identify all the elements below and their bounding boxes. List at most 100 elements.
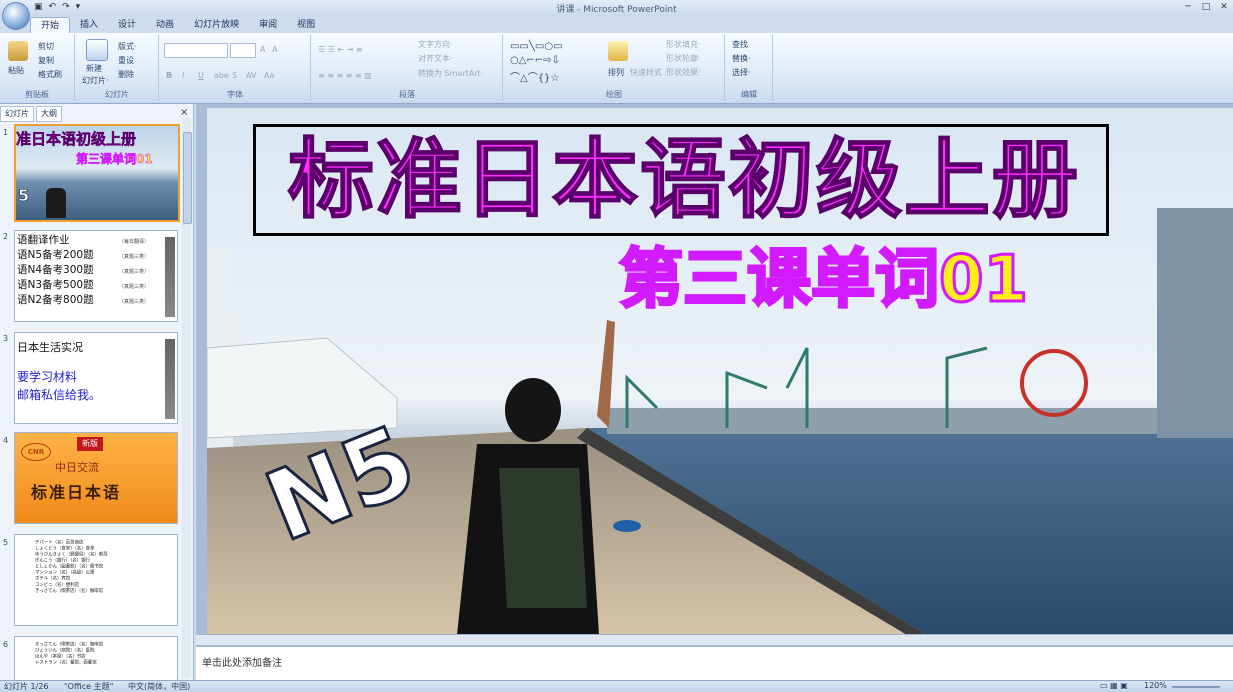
- thumb-5-vocab: デパート（名）百货商店 しょくどう（食堂）（名）食堂 ゆうびんきょく（郵便局）（…: [35, 539, 108, 593]
- drawing-group-label: 绘图: [606, 90, 622, 99]
- undo-icon[interactable]: ↶: [49, 2, 57, 12]
- panel-scrollbar[interactable]: [182, 118, 192, 678]
- harbor-buildings: [607, 408, 1167, 434]
- slide-thumbnail-5[interactable]: デパート（名）百货商店 しょくどう（食堂）（名）食堂 ゆうびんきょく（郵便局）（…: [14, 534, 178, 626]
- strikethrough-button[interactable]: abe: [214, 71, 229, 80]
- editing-group-label: 编辑: [741, 90, 757, 99]
- zoom-slider[interactable]: [1172, 686, 1220, 688]
- slide-counter: 幻灯片 1/26: [4, 682, 49, 691]
- select-button[interactable]: 选择·: [732, 67, 751, 78]
- panel-close-icon[interactable]: ×: [180, 107, 188, 118]
- align-icons[interactable]: ≡ ≡ ≡ ≡ ≡ ▥: [318, 71, 372, 80]
- notes-placeholder[interactable]: 单击此处添加备注: [202, 654, 282, 669]
- minimize-icon[interactable]: ─: [1181, 1, 1195, 13]
- slide-thumbnail-6[interactable]: きっさてん（喫茶店）（名）咖啡馆 びょういん（病院）（名）医院 ほんや（本屋）（…: [14, 636, 178, 682]
- format-painter-button[interactable]: 格式刷: [38, 69, 62, 80]
- tab-review[interactable]: 审阅: [249, 17, 287, 33]
- bullets-icon[interactable]: ☰ ☰ ⇤ ⇥ ≡: [318, 45, 363, 54]
- shape-fill-button[interactable]: 形状填充·: [666, 39, 701, 50]
- editor-horizontal-scrollbar[interactable]: [196, 634, 1233, 645]
- shapes-gallery-row2[interactable]: ○△⌐⌐⇨⇩: [510, 55, 560, 66]
- close-icon[interactable]: ✕: [1217, 1, 1231, 13]
- office-button[interactable]: [2, 2, 30, 30]
- shape-effects-button[interactable]: 形状效果·: [666, 67, 701, 78]
- tab-insert[interactable]: 插入: [70, 17, 108, 33]
- font-name-input[interactable]: [164, 43, 228, 58]
- tab-animations[interactable]: 动画: [146, 17, 184, 33]
- panel-scrollbar-thumb[interactable]: [183, 132, 192, 224]
- notes-pane[interactable]: 单击此处添加备注: [196, 646, 1233, 681]
- arrange-button[interactable]: 排列: [608, 67, 624, 78]
- new-slide-dropdown[interactable]: 幻灯片·: [82, 75, 109, 86]
- paste-icon[interactable]: [8, 41, 28, 61]
- text-direction-button[interactable]: 文字方向·: [418, 39, 453, 50]
- editing-group: 查找 替换· 选择· 编辑: [726, 35, 773, 101]
- smartart-button[interactable]: 转换为 SmartArt·: [418, 68, 483, 79]
- clipboard-group: 粘贴 剪切 复制 格式刷 剪贴板: [0, 35, 75, 101]
- arrange-icon[interactable]: [608, 41, 628, 61]
- maximize-icon[interactable]: □: [1199, 1, 1213, 13]
- tab-slideshow[interactable]: 幻灯片放映: [184, 17, 249, 33]
- spacing-button[interactable]: AV: [246, 71, 256, 80]
- slide-thumbnail-3[interactable]: 日本生活实况 要学习材料 邮箱私信给我。: [14, 332, 178, 424]
- slide-canvas[interactable]: 标准日本语初级上册 第三课单词01 N5: [207, 108, 1233, 635]
- shape-outline-button[interactable]: 形状轮廓·: [666, 53, 701, 64]
- slide-thumbnail-4[interactable]: CNR 新版 中日交流 标准日本语: [14, 432, 178, 524]
- slide-number: 4: [3, 436, 9, 445]
- thumb-4-line1: 中日交流: [55, 461, 99, 474]
- save-icon[interactable]: ▣: [34, 2, 43, 12]
- italic-button[interactable]: I: [182, 71, 184, 80]
- zoom-level[interactable]: 120%: [1144, 681, 1167, 690]
- slide-number: 5: [3, 538, 9, 547]
- replace-button[interactable]: 替换·: [732, 53, 751, 64]
- find-button[interactable]: 查找: [732, 39, 748, 50]
- thumb-4-line2: 标准日本语: [31, 483, 122, 502]
- cut-button[interactable]: 剪切: [38, 41, 54, 52]
- new-slide-button[interactable]: 新建: [86, 63, 102, 74]
- change-case-button[interactable]: Aa: [264, 71, 274, 80]
- view-buttons[interactable]: ▭ ▦ ▣: [1100, 681, 1128, 690]
- new-slide-icon[interactable]: [86, 39, 108, 61]
- shrink-font-button[interactable]: A: [272, 45, 277, 54]
- thumb-3-calligraphy: [165, 339, 175, 419]
- qat-dropdown-icon[interactable]: ▾: [76, 2, 81, 12]
- quick-access-toolbar: ▣ ↶ ↷ ▾: [34, 2, 80, 12]
- paste-button[interactable]: 粘贴: [8, 65, 24, 76]
- shadow-button[interactable]: S: [232, 71, 237, 80]
- tab-home[interactable]: 开始: [30, 17, 71, 34]
- language-indicator: 中文(简体，中国): [128, 682, 191, 691]
- shapes-gallery-row3[interactable]: ⌒△⌒{}☆: [510, 69, 559, 84]
- tab-slides[interactable]: 幻灯片: [0, 106, 34, 122]
- thumb-title: 准日本语初级上册: [16, 130, 137, 149]
- quick-styles-button[interactable]: 快速样式: [630, 67, 662, 78]
- tab-view[interactable]: 视图: [287, 17, 325, 33]
- tab-design[interactable]: 设计: [108, 17, 146, 33]
- layout-button[interactable]: 版式·: [118, 41, 137, 52]
- slide-subtitle[interactable]: 第三课单词01: [617, 240, 1029, 320]
- thumb-badge: 5: [18, 186, 30, 206]
- slide-thumbnail-1[interactable]: 准日本语初级上册 第三课单词01 5: [14, 124, 180, 222]
- delete-button[interactable]: 删除: [118, 69, 134, 80]
- tab-outline[interactable]: 大纲: [36, 106, 62, 122]
- thumb-3-line3: 邮箱私信给我。: [17, 388, 102, 402]
- align-text-button[interactable]: 对齐文本·: [418, 53, 453, 64]
- slide-title[interactable]: 标准日本语初级上册: [259, 128, 1109, 232]
- paragraph-group-label: 段落: [399, 90, 415, 99]
- underline-button[interactable]: U: [198, 71, 204, 80]
- grow-font-button[interactable]: A: [260, 45, 265, 54]
- thumb-2-tags: （每日翻译） （真题三类） （真题三类） （真题三类） （真题三类）: [119, 239, 150, 305]
- slide-thumbnail-2[interactable]: 语翻译作业 语N5备考200题 语N4备考300题 语N3备考500题 语N2备…: [14, 230, 178, 322]
- bollard: [613, 520, 641, 532]
- thumb-3-line2: 要学习材料: [17, 370, 78, 384]
- reset-button[interactable]: 重设: [118, 55, 134, 66]
- shapes-gallery[interactable]: ▭▭╲▭○▭: [510, 41, 563, 52]
- paragraph-group: ☰ ☰ ⇤ ⇥ ≡ ≡ ≡ ≡ ≡ ≡ ▥ 文字方向· 对齐文本· 转换为 Sm…: [312, 35, 503, 101]
- thumb-subtitle: 第三课单词01: [76, 152, 153, 167]
- slides-group: 新建 幻灯片· 版式· 重设 删除 幻灯片: [76, 35, 159, 101]
- drawing-group: ▭▭╲▭○▭ ○△⌐⌐⇨⇩ ⌒△⌒{}☆ 排列 快速样式 形状填充· 形状轮廓·…: [504, 35, 725, 101]
- redo-icon[interactable]: ↷: [62, 2, 70, 12]
- tower-building: [1157, 208, 1233, 438]
- bold-button[interactable]: B: [166, 71, 172, 80]
- copy-button[interactable]: 复制: [38, 55, 54, 66]
- font-size-input[interactable]: [230, 43, 256, 58]
